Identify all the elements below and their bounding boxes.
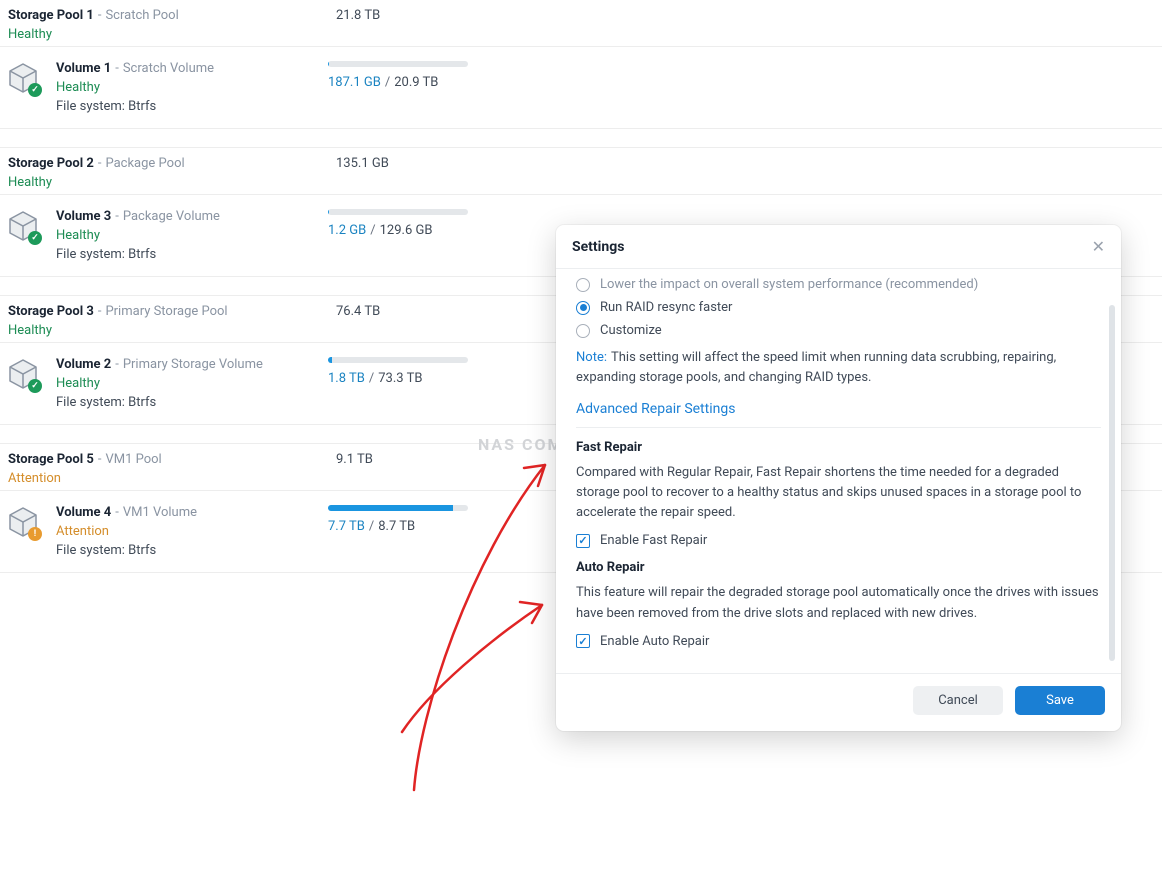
volume-label: VM1 Volume xyxy=(123,505,197,520)
used-size: 1.8 TB xyxy=(328,371,365,386)
volume-status: Healthy xyxy=(56,228,312,243)
radio-icon xyxy=(576,324,590,338)
section-advanced-repair: Advanced Repair Settings xyxy=(576,401,1101,428)
scrollbar[interactable] xyxy=(1109,305,1115,661)
status-badge-warn-icon: ! xyxy=(28,527,42,541)
volume-filesystem: File system: Btrfs xyxy=(56,543,312,558)
checkbox-icon xyxy=(576,534,590,548)
pool-label: Primary Storage Pool xyxy=(105,304,227,319)
usage-bar xyxy=(328,209,468,215)
status-badge-ok-icon: ✓ xyxy=(28,83,42,97)
volume-status: Attention xyxy=(56,524,312,539)
pool-label: Scratch Pool xyxy=(105,8,178,23)
status-badge-ok-icon: ✓ xyxy=(28,379,42,393)
usage-bar xyxy=(328,505,468,511)
fast-repair-heading: Fast Repair xyxy=(576,440,1101,455)
volume-icon: ✓ xyxy=(6,61,40,95)
volume-label: Scratch Volume xyxy=(123,61,214,76)
checkbox-icon xyxy=(576,634,590,648)
volume-status: Healthy xyxy=(56,80,312,95)
volume-filesystem: File system: Btrfs xyxy=(56,395,312,410)
pool-size: 9.1 TB xyxy=(336,452,373,467)
radio-icon xyxy=(576,278,590,292)
fast-repair-description: Compared with Regular Repair, Fast Repai… xyxy=(576,463,1101,523)
volume-icon: ! xyxy=(6,505,40,539)
pool-size: 76.4 TB xyxy=(336,304,380,319)
volume-name: Volume 3 xyxy=(56,209,111,224)
pool-name: Storage Pool 1 xyxy=(8,8,94,23)
volume-icon: ✓ xyxy=(6,209,40,243)
auto-repair-description: This feature will repair the degraded st… xyxy=(576,583,1101,623)
save-button[interactable]: Save xyxy=(1015,686,1105,715)
pool-status: Healthy xyxy=(8,175,1154,190)
volume-name: Volume 1 xyxy=(56,61,111,76)
volume-name: Volume 4 xyxy=(56,505,111,520)
pool-label: Package Pool xyxy=(105,156,184,171)
checkbox-auto-repair[interactable]: Enable Auto Repair xyxy=(576,634,1101,649)
pool-size: 21.8 TB xyxy=(336,8,380,23)
volume-name: Volume 2 xyxy=(56,357,111,372)
radio-lower-impact[interactable]: Lower the impact on overall system perfo… xyxy=(576,277,1101,292)
close-icon: ✕ xyxy=(1092,237,1105,256)
auto-repair-heading: Auto Repair xyxy=(576,560,1101,575)
total-size: 20.9 TB xyxy=(394,75,438,90)
pool-name: Storage Pool 2 xyxy=(8,156,94,171)
settings-dialog: Settings ✕ Lower the impact on overall s… xyxy=(556,225,1121,731)
pool-name: Storage Pool 5 xyxy=(8,452,94,467)
volume-icon: ✓ xyxy=(6,357,40,391)
volume-row[interactable]: ✓ Volume 1 - Scratch Volume Healthy File… xyxy=(0,46,1162,129)
cancel-button[interactable]: Cancel xyxy=(913,686,1003,715)
dialog-title: Settings xyxy=(572,239,624,255)
total-size: 8.7 TB xyxy=(378,519,415,534)
usage-bar xyxy=(328,357,468,363)
volume-status: Healthy xyxy=(56,376,312,391)
total-size: 129.6 GB xyxy=(380,223,433,238)
storage-pool-header[interactable]: Storage Pool 2 - Package Pool 135.1 GB H… xyxy=(0,147,1162,194)
pool-status: Healthy xyxy=(8,27,1154,42)
pool-name: Storage Pool 3 xyxy=(8,304,94,319)
radio-customize[interactable]: Customize xyxy=(576,323,1101,338)
volume-filesystem: File system: Btrfs xyxy=(56,99,312,114)
volume-label: Package Volume xyxy=(123,209,220,224)
used-size: 7.7 TB xyxy=(328,519,365,534)
settings-note: Note:This setting will affect the speed … xyxy=(576,348,1101,387)
radio-icon xyxy=(576,301,590,315)
pool-size: 135.1 GB xyxy=(336,156,389,171)
storage-pool-header[interactable]: Storage Pool 1 - Scratch Pool 21.8 TB He… xyxy=(0,0,1162,46)
used-size: 187.1 GB xyxy=(328,75,381,90)
usage-bar xyxy=(328,61,468,67)
total-size: 73.3 TB xyxy=(378,371,422,386)
checkbox-fast-repair[interactable]: Enable Fast Repair xyxy=(576,533,1101,548)
pool-label: VM1 Pool xyxy=(105,452,161,467)
volume-filesystem: File system: Btrfs xyxy=(56,247,312,262)
volume-label: Primary Storage Volume xyxy=(123,357,263,372)
radio-resync-faster[interactable]: Run RAID resync faster xyxy=(576,300,1101,315)
status-badge-ok-icon: ✓ xyxy=(28,231,42,245)
used-size: 1.2 GB xyxy=(328,223,366,238)
close-button[interactable]: ✕ xyxy=(1092,237,1105,256)
